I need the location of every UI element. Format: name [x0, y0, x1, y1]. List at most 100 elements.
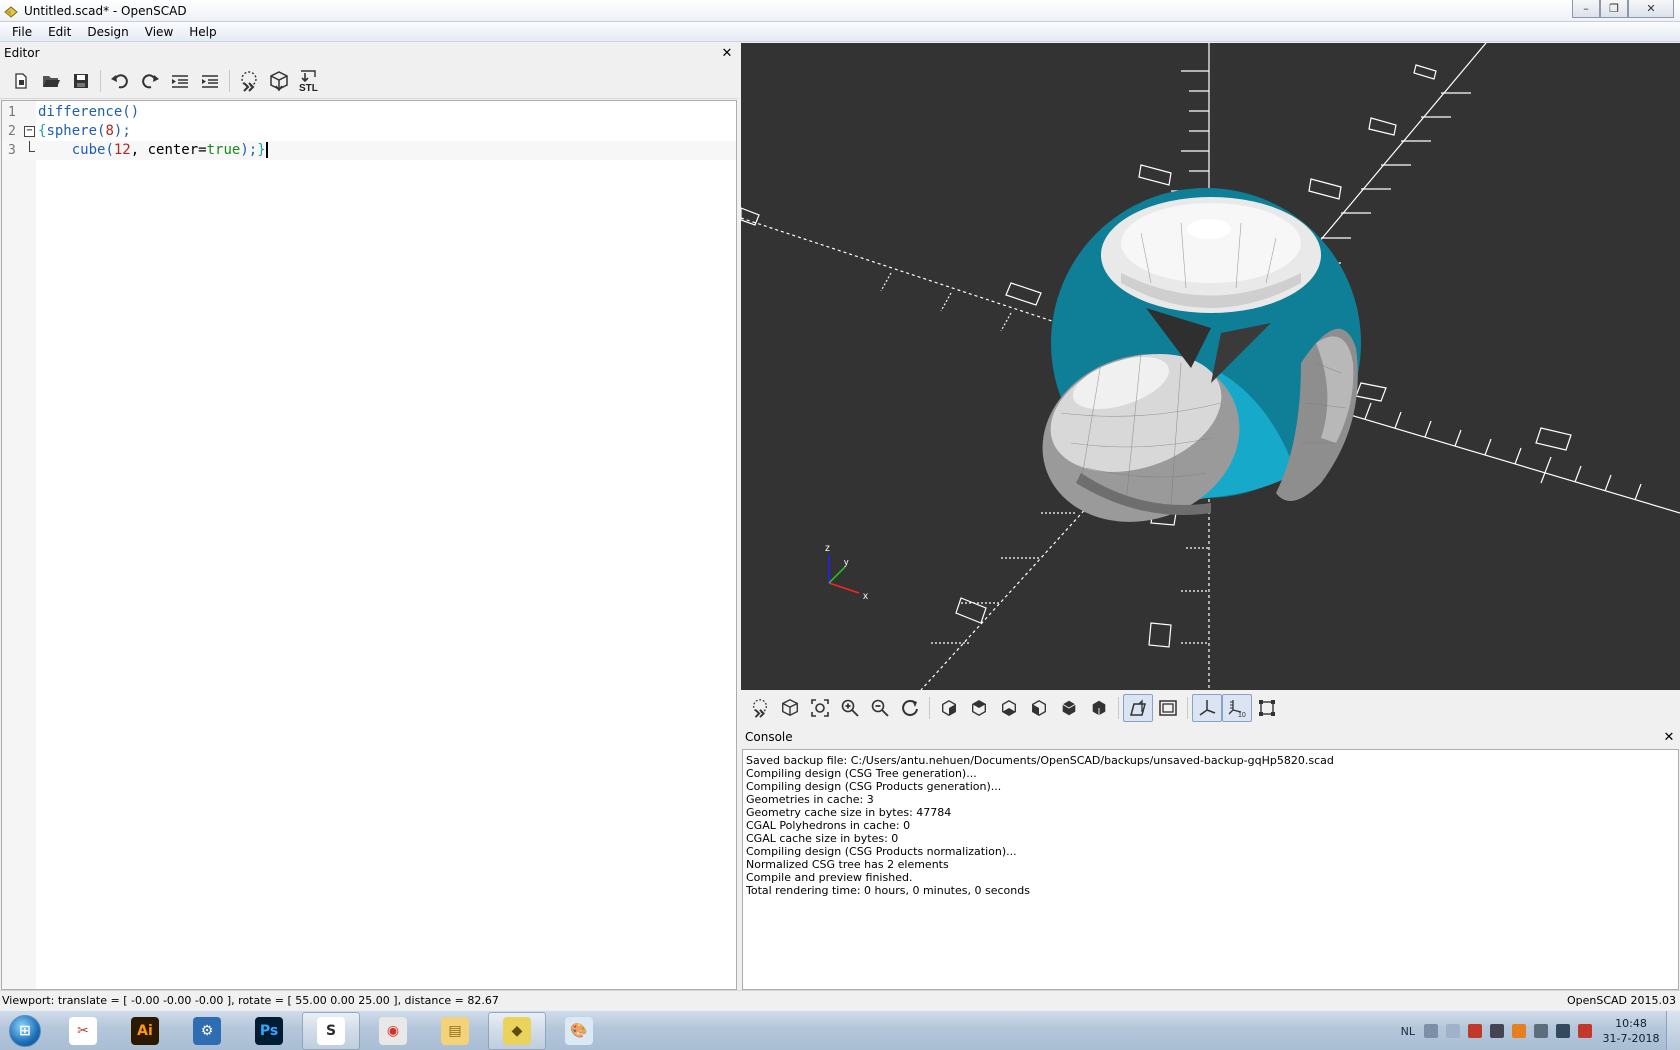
view-left-icon[interactable] — [1024, 694, 1054, 722]
export-stl-icon[interactable]: STL — [294, 66, 324, 96]
view-all-icon[interactable] — [805, 694, 835, 722]
toolbar-separator — [929, 697, 930, 719]
start-button[interactable]: ⊞ — [0, 1011, 50, 1050]
explorer-icon: ▤ — [441, 1016, 469, 1045]
fold-toggle-icon[interactable]: − — [24, 126, 35, 137]
console-close-button[interactable]: ✕ — [1662, 730, 1676, 745]
3d-viewport[interactable]: z y x — [741, 43, 1680, 690]
render-icon[interactable] — [264, 66, 294, 96]
view-bottom-icon[interactable] — [994, 694, 1024, 722]
axis-indicator: z y x — [825, 543, 868, 602]
view-top-icon[interactable] — [964, 694, 994, 722]
maximize-button[interactable]: ❐ — [1600, 0, 1628, 18]
code-line[interactable]: 1 difference() — [2, 103, 736, 122]
editor-panel: Editor ✕ STL 1 difference() 2 − {sphere(… — [0, 43, 738, 990]
code-line[interactable]: 2 − {sphere(8); — [2, 122, 736, 141]
console-title: Console — [745, 730, 793, 744]
chrome-icon: ◉ — [379, 1016, 407, 1045]
notification-arrow-icon[interactable] — [1446, 1024, 1460, 1038]
line-number: 1 — [8, 105, 16, 120]
perspective-icon[interactable] — [1123, 694, 1153, 722]
code-token-paren: ); — [240, 142, 258, 158]
console-line: Total rendering time: 0 hours, 0 minutes… — [746, 884, 1030, 897]
show-desktop-button[interactable] — [1666, 1011, 1680, 1050]
reset-view-icon[interactable] — [895, 694, 925, 722]
console-line: Normalized CSG tree has 2 elements — [746, 858, 949, 871]
taskbar: ⊞ ✂ Ai ⚙ Ps S ◉ ▤ ◆ 🎨 NL 10:48 31-7-2018 — [0, 1010, 1680, 1050]
code-token-number: 8 — [105, 123, 114, 139]
code-token-param: center — [147, 142, 199, 158]
code-line-current[interactable]: 3 cube(12, center=true);} — [2, 141, 736, 160]
network-icon[interactable] — [1556, 1024, 1570, 1038]
usb-icon[interactable] — [1534, 1024, 1548, 1038]
console-title-bar: Console ✕ — [741, 727, 1680, 747]
code-token-paren: ( — [105, 142, 114, 158]
axis-y-label: y — [844, 557, 849, 567]
text-cursor — [265, 142, 268, 158]
taskbar-app-button[interactable]: S — [302, 1011, 360, 1050]
new-icon[interactable] — [6, 66, 36, 96]
menu-design[interactable]: Design — [79, 22, 136, 42]
unindent-icon[interactable] — [165, 66, 195, 96]
taskbar-app-button[interactable]: 🎨 — [550, 1012, 608, 1050]
indent-icon[interactable] — [195, 66, 225, 96]
openscad-app-icon — [4, 5, 18, 18]
console-output[interactable]: Saved backup file: C:/Users/antu.nehuen/… — [742, 749, 1679, 990]
editor-close-button[interactable]: ✕ — [720, 46, 734, 61]
console-panel: Console ✕ Saved backup file: C:/Users/an… — [741, 727, 1680, 990]
close-window-button[interactable]: ✕ — [1628, 0, 1674, 18]
toolbar-separator — [100, 69, 101, 92]
status-bar: Viewport: translate = [ -0.00 -0.00 -0.0… — [0, 990, 1680, 1009]
save-icon[interactable] — [66, 66, 96, 96]
view-front-icon[interactable] — [1054, 694, 1084, 722]
taskbar-app-button[interactable]: ⚙ — [178, 1012, 236, 1050]
toolbar-separator — [1118, 697, 1119, 719]
code-text: cube(12, center=true);} — [38, 141, 268, 160]
taskbar-app-button[interactable]: ✂ — [54, 1012, 112, 1050]
menu-edit[interactable]: Edit — [40, 22, 79, 42]
code-text: difference() — [38, 103, 139, 122]
show-axes-icon[interactable] — [1192, 694, 1222, 722]
line-number: 2 — [8, 124, 16, 139]
clock[interactable]: 10:48 31-7-2018 — [1596, 1016, 1666, 1046]
console-line: Saved backup file: C:/Users/antu.nehuen/… — [746, 754, 1334, 767]
open-icon[interactable] — [36, 66, 66, 96]
view-back-icon[interactable] — [1084, 694, 1114, 722]
zoom-out-icon[interactable] — [865, 694, 895, 722]
show-scale-markers-icon[interactable]: 10 — [1222, 694, 1252, 722]
code-token-paren: ); — [113, 123, 131, 139]
render-icon[interactable] — [775, 694, 805, 722]
app-tray-icon[interactable] — [1512, 1024, 1526, 1038]
undo-icon[interactable] — [105, 66, 135, 96]
console-line: CGAL cache size in bytes: 0 — [746, 832, 899, 845]
language-indicator[interactable]: NL — [1401, 1025, 1415, 1038]
menu-help[interactable]: Help — [181, 22, 224, 42]
taskbar-app-button[interactable]: ◉ — [364, 1012, 422, 1050]
taskbar-app-button[interactable]: Ai — [116, 1012, 174, 1050]
redo-icon[interactable] — [135, 66, 165, 96]
code-token-brace: } — [257, 142, 266, 158]
menu-file[interactable]: File — [4, 22, 40, 42]
code-text: {sphere(8); — [38, 122, 131, 141]
preview-icon[interactable] — [745, 694, 775, 722]
keyboard-icon[interactable] — [1424, 1024, 1438, 1038]
taskbar-app-button[interactable]: ▤ — [426, 1012, 484, 1050]
code-editor[interactable]: 1 difference() 2 − {sphere(8); 3 cube(12… — [1, 100, 737, 990]
window-title: Untitled.scad* - OpenSCAD — [24, 3, 187, 18]
title-bar: Untitled.scad* - OpenSCAD – ❐ ✕ — [0, 0, 1680, 22]
view-toolbar: 10 — [741, 690, 1680, 726]
preview-icon[interactable] — [234, 66, 264, 96]
orthogonal-icon[interactable] — [1153, 694, 1183, 722]
security-icon[interactable] — [1468, 1024, 1482, 1038]
taskbar-app-button[interactable]: ◆ — [488, 1011, 546, 1050]
clock-date: 31-7-2018 — [1602, 1032, 1660, 1045]
code-token-number: 12 — [113, 142, 131, 158]
action-center-flag-icon[interactable] — [1490, 1024, 1504, 1038]
menu-view[interactable]: View — [137, 22, 181, 42]
view-right-icon[interactable] — [934, 694, 964, 722]
minimize-button[interactable]: – — [1572, 0, 1600, 18]
show-edges-icon[interactable] — [1252, 694, 1282, 722]
volume-muted-icon[interactable] — [1578, 1024, 1592, 1038]
zoom-in-icon[interactable] — [835, 694, 865, 722]
taskbar-app-button[interactable]: Ps — [240, 1012, 298, 1050]
